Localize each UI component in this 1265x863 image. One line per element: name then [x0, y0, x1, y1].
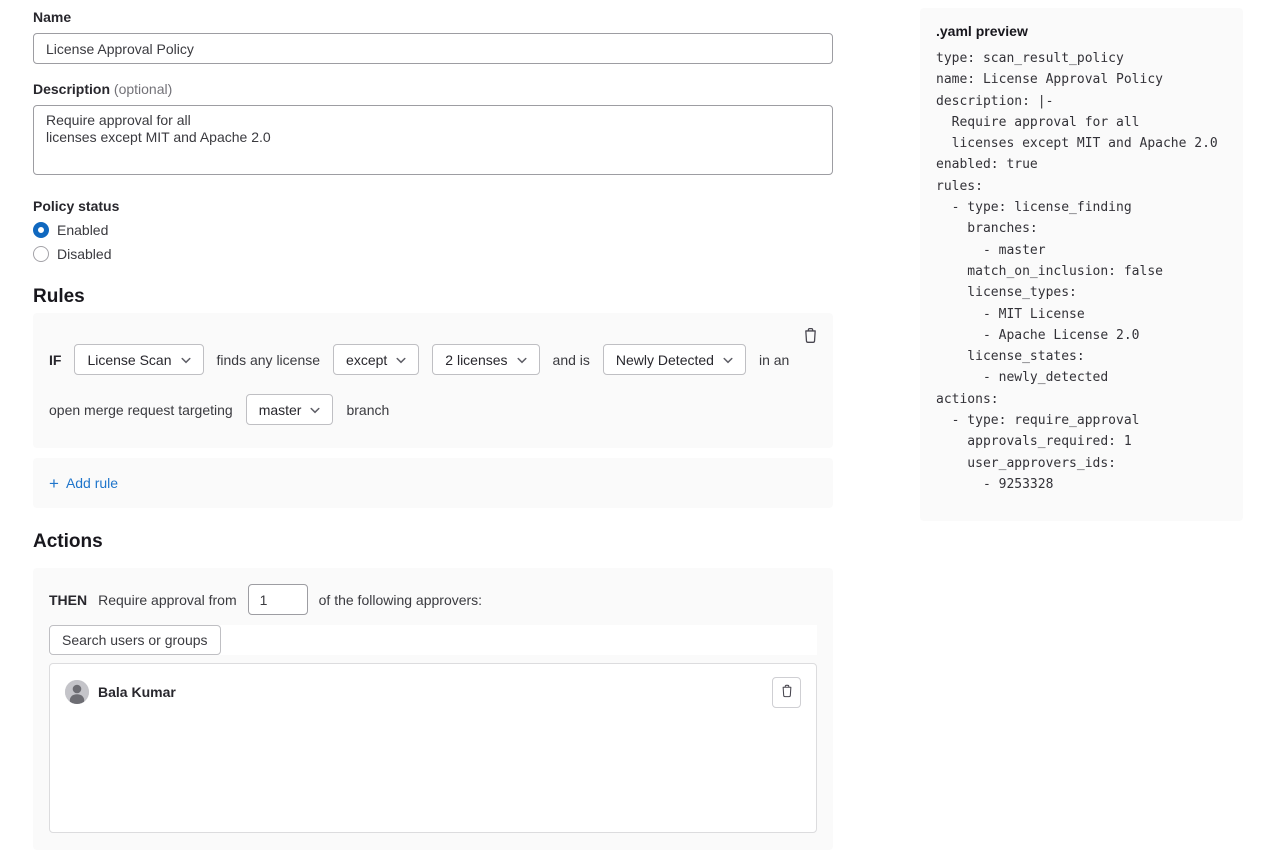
in-an-text: in an — [759, 352, 789, 368]
trash-icon — [802, 327, 819, 347]
rules-heading: Rules — [33, 285, 833, 308]
policy-name-input[interactable] — [33, 33, 833, 64]
approver-search-row: Search users or groups — [49, 625, 817, 655]
selected-approvers-list: Bala Kumar — [49, 663, 817, 833]
add-rule-card: + Add rule — [33, 458, 833, 508]
chevron-down-icon — [723, 357, 733, 364]
license-count-dropdown[interactable]: 2 licenses — [432, 344, 539, 375]
radio-disabled-label: Disabled — [57, 246, 111, 262]
and-is-text: and is — [553, 352, 590, 368]
approver-name: Bala Kumar — [98, 684, 176, 700]
action-card: THEN Require approval from of the follow… — [33, 568, 833, 850]
rule-card: IF License Scan finds any license except… — [33, 313, 833, 448]
actions-heading: Actions — [33, 530, 833, 553]
rule-branch-row: open merge request targeting master bran… — [49, 394, 817, 425]
policy-status-label: Policy status — [33, 198, 833, 215]
remove-approver-button[interactable] — [772, 677, 801, 708]
approver-list-item: Bala Kumar — [65, 680, 176, 704]
match-mode-dropdown[interactable]: except — [333, 344, 419, 375]
add-rule-label: Add rule — [66, 475, 118, 491]
rule-condition-row: IF License Scan finds any license except… — [49, 344, 817, 375]
avatar — [65, 680, 89, 704]
action-approval-row: THEN Require approval from of the follow… — [49, 584, 817, 615]
chevron-down-icon — [310, 407, 320, 414]
radio-option-enabled[interactable]: Enabled — [33, 222, 833, 238]
trash-icon — [780, 684, 794, 701]
policy-editor-form: Name Description (optional) Require appr… — [33, 9, 833, 850]
branch-text: branch — [346, 402, 389, 418]
following-approvers-text: of the following approvers: — [319, 592, 482, 608]
description-label: Description (optional) — [33, 81, 833, 98]
name-label: Name — [33, 9, 833, 26]
targeting-text: open merge request targeting — [49, 402, 233, 418]
delete-rule-button[interactable] — [802, 327, 819, 347]
branch-dropdown[interactable]: master — [246, 394, 334, 425]
yaml-preview-panel: .yaml preview type: scan_result_policy n… — [920, 8, 1243, 521]
scanner-dropdown[interactable]: License Scan — [74, 344, 203, 375]
chevron-down-icon — [396, 357, 406, 364]
optional-hint: (optional) — [114, 81, 172, 97]
plus-icon: + — [49, 475, 59, 492]
radio-option-disabled[interactable]: Disabled — [33, 246, 833, 262]
add-rule-button[interactable]: + Add rule — [49, 475, 118, 492]
yaml-preview-code: type: scan_result_policy name: License A… — [936, 48, 1227, 495]
then-keyword: THEN — [49, 592, 87, 608]
radio-enabled-icon[interactable] — [33, 222, 49, 238]
require-approval-text: Require approval from — [98, 592, 237, 608]
chevron-down-icon — [517, 357, 527, 364]
radio-disabled-icon[interactable] — [33, 246, 49, 262]
search-users-groups-button[interactable]: Search users or groups — [49, 625, 221, 655]
yaml-preview-title: .yaml preview — [936, 23, 1227, 39]
if-keyword: IF — [49, 352, 61, 368]
policy-description-textarea[interactable]: Require approval for all licenses except… — [33, 105, 833, 175]
approvals-required-input[interactable] — [248, 584, 308, 615]
finds-license-text: finds any license — [217, 352, 321, 368]
radio-enabled-label: Enabled — [57, 222, 108, 238]
license-state-dropdown[interactable]: Newly Detected — [603, 344, 746, 375]
chevron-down-icon — [181, 357, 191, 364]
